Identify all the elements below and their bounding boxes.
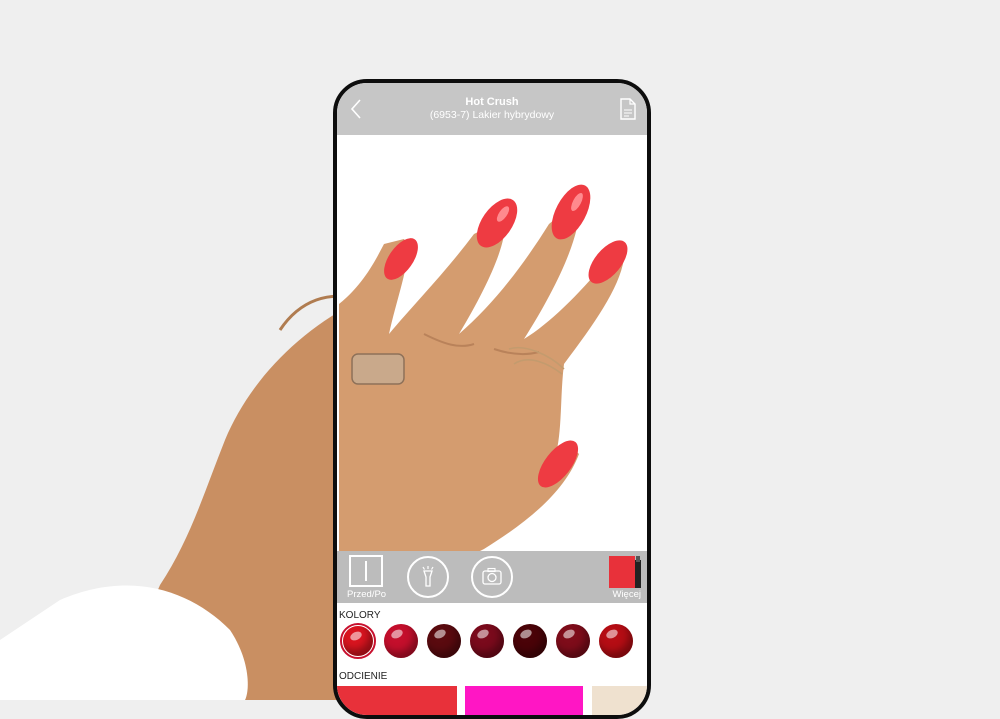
shade-swatch[interactable] [465, 686, 583, 715]
shade-swatch[interactable] [592, 686, 647, 715]
app-header: Hot Crush (6953-7) Lakier hybrydowy [337, 83, 647, 135]
phone-frame: Hot Crush (6953-7) Lakier hybrydowy Prze… [333, 79, 651, 719]
document-icon[interactable] [617, 97, 639, 121]
back-chevron-icon[interactable] [345, 97, 369, 121]
before-after-label: Przed/Po [347, 589, 387, 600]
color-swatch[interactable] [556, 624, 590, 658]
color-swatch[interactable] [470, 624, 504, 658]
try-on-toolbar: Przed/Po Więcej [337, 551, 647, 603]
flashlight-button[interactable] [407, 556, 449, 598]
shades-section-label: ODCIENIE [339, 671, 388, 682]
more-label: Więcej [612, 589, 641, 600]
colors-section-label: KOLORY [339, 610, 381, 621]
hand-preview-image [337, 135, 647, 551]
color-swatch-list [340, 623, 647, 664]
camera-icon [482, 567, 502, 585]
more-products-button[interactable] [609, 556, 643, 588]
product-subtitle: (6953-7) Lakier hybrydowy [429, 109, 555, 121]
flashlight-icon [422, 566, 434, 587]
product-title: Hot Crush [465, 96, 519, 108]
color-swatch[interactable] [384, 624, 418, 658]
color-swatch[interactable] [340, 623, 376, 659]
color-swatch[interactable] [599, 624, 633, 658]
camera-button[interactable] [471, 556, 513, 598]
shade-swatch[interactable] [337, 686, 457, 715]
color-swatch[interactable] [427, 624, 461, 658]
color-swatch[interactable] [513, 624, 547, 658]
product-thumbnail-icon [609, 556, 641, 588]
before-after-button[interactable] [349, 555, 383, 587]
